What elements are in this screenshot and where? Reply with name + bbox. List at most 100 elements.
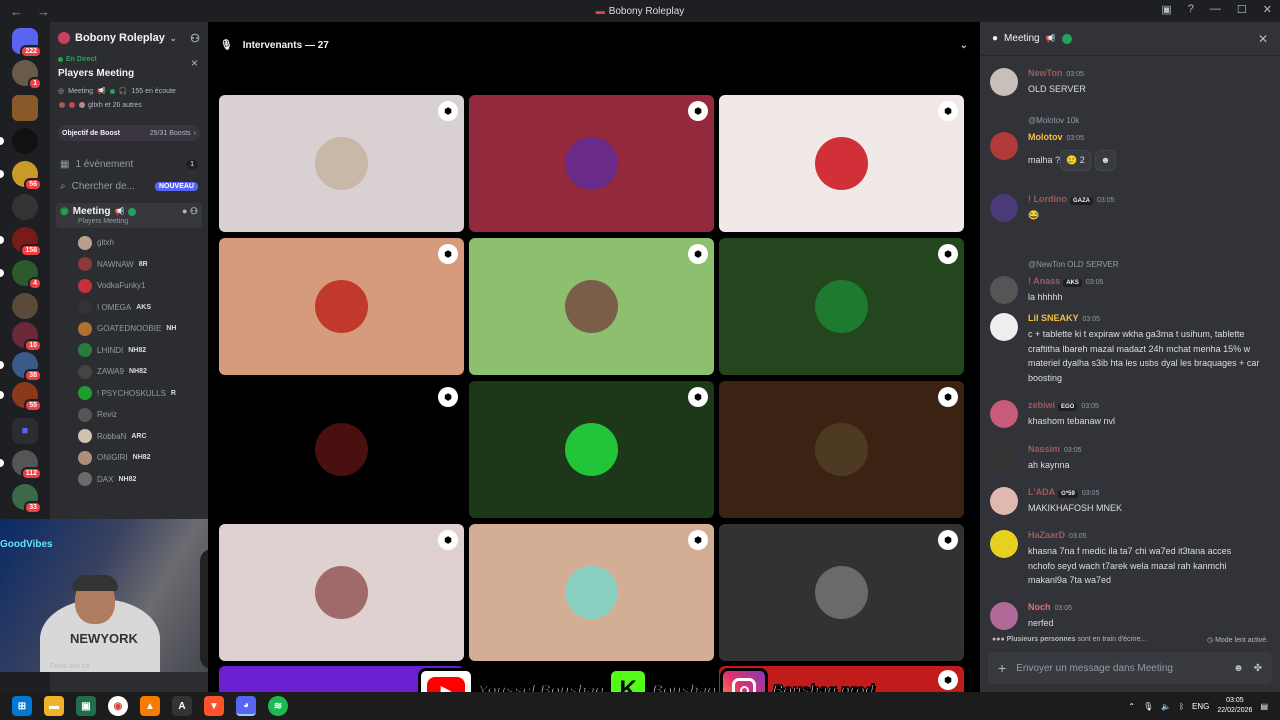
message-body: OLD SERVER [1028, 84, 1086, 94]
folder-icon[interactable]: ■ [12, 418, 38, 444]
voice-user[interactable]: NAWNAW 8R [50, 254, 208, 276]
server-icon[interactable]: 56 [0, 161, 42, 191]
reaction[interactable]: 🥲 2 [1060, 150, 1091, 171]
server-icon[interactable] [12, 293, 38, 319]
speaker-tile[interactable]: ⬢ [219, 238, 464, 375]
server-icon[interactable] [12, 194, 38, 220]
add-attachment-icon[interactable]: + [998, 660, 1006, 676]
inbox-icon[interactable]: ▣ [1161, 3, 1171, 16]
add-member-icon[interactable]: ⚇ [190, 206, 198, 216]
message-author[interactable]: Lil SNEAKY [1028, 313, 1079, 323]
close-window-icon[interactable]: ✕ [1263, 3, 1272, 16]
server-icon[interactable]: 55 [0, 382, 42, 412]
server-icon[interactable]: 33 [12, 484, 42, 514]
chevron-up-icon[interactable]: ⌃ [1128, 702, 1135, 711]
server-icon[interactable]: 10 [12, 322, 42, 352]
avatar [78, 429, 92, 444]
vlc-icon[interactable]: ▲ [140, 696, 160, 716]
maximize-icon[interactable]: ☐ [1237, 3, 1247, 16]
speaker-tile[interactable]: ⬢ [469, 238, 714, 375]
apps-icon[interactable]: ✤ [1254, 663, 1262, 674]
reply-preview[interactable]: @Molotov 10k [1028, 116, 1079, 125]
voice-user[interactable]: Reviz [50, 404, 208, 426]
forward-arrow-icon[interactable]: → [37, 4, 50, 19]
chat-bubble-icon[interactable]: ● [182, 206, 187, 216]
microphone-icon[interactable]: 🎙 [1143, 702, 1153, 711]
close-icon[interactable]: × [191, 56, 198, 70]
speaker-tile[interactable]: ⬢ [719, 238, 964, 375]
notification-icon[interactable]: ▤ [1260, 702, 1268, 711]
reply-preview[interactable]: @NewTon OLD SERVER [1028, 260, 1119, 269]
speaker-tile[interactable]: ⬢ [469, 381, 714, 518]
speaker-tile[interactable]: ⬢ [219, 524, 464, 661]
server-icon[interactable] [0, 128, 38, 154]
add-member-icon[interactable]: ⚇ [190, 32, 200, 45]
message-author[interactable]: NewTon [1028, 68, 1062, 78]
speaker-tile[interactable]: ⬢ [219, 95, 464, 232]
server-icon[interactable]: 38 [0, 352, 42, 382]
voice-channel-meeting[interactable]: ◉ Meeting 📢 ● ⚇ Players Meeting [56, 203, 202, 228]
speaker-tile[interactable]: ⬢ [719, 95, 964, 232]
spotify-icon[interactable]: ≋ [268, 696, 288, 716]
message-author[interactable]: Noch [1028, 602, 1051, 612]
server-icon[interactable]: 4 [0, 260, 42, 290]
chrome-icon[interactable]: ◉ [108, 696, 128, 716]
dm-home-button[interactable]: 222 [12, 28, 42, 58]
discord-icon[interactable]: ◕ [236, 696, 256, 716]
voice-user[interactable]: ! PSYCHOSKULLS R [50, 383, 208, 405]
live-stage-card[interactable]: × En Direct Players Meeting ◎ Meeting 📢 … [50, 54, 208, 113]
language-indicator[interactable]: ENG [1192, 702, 1209, 711]
file-explorer-icon[interactable]: ▬ [44, 696, 64, 716]
close-icon[interactable]: ✕ [1258, 32, 1268, 46]
message-author[interactable]: zebiwi [1028, 400, 1055, 410]
help-icon[interactable]: ? [1188, 3, 1194, 16]
voice-user[interactable]: RobbaN ARC [50, 426, 208, 448]
speaker-tile[interactable]: ⬢ [469, 95, 714, 232]
message-body: malha ? [1028, 155, 1061, 165]
brave-icon[interactable]: ▼ [204, 696, 224, 716]
server-icon[interactable]: 158 [0, 227, 42, 257]
emoji-icon[interactable]: ☻ [1233, 663, 1244, 674]
message-author[interactable]: ! Lordino [1028, 194, 1067, 204]
message-author[interactable]: Nassim [1028, 444, 1060, 454]
browse-channels-item[interactable]: ⌕ Chercher de... NOUVEAU [50, 175, 208, 197]
message-input[interactable]: Envoyer un message dans Meeting [1016, 663, 1173, 674]
voice-user[interactable]: gltxh [50, 232, 208, 254]
chevron-down-icon[interactable]: ⌄ [960, 40, 968, 51]
terminal-icon[interactable]: ▣ [76, 696, 96, 716]
clock[interactable]: 03:05 22/02/2026 [1217, 696, 1252, 716]
windows-start-icon[interactable]: ⊞ [12, 696, 32, 716]
app-icon[interactable]: A [172, 696, 192, 716]
taskbar: ⊞ ▬ ▣ ◉ ▲ A ▼ ◕ ≋ ⌃ 🎙 🔈 ᛒ ENG 03:05 22/02… [0, 692, 1280, 720]
message-author[interactable]: HaZaarD [1028, 530, 1065, 540]
back-arrow-icon[interactable]: ← [10, 4, 23, 19]
minimize-icon[interactable]: — [1210, 3, 1221, 16]
add-reaction-icon[interactable]: ☻ [1094, 150, 1117, 171]
boost-goal[interactable]: Objectif de Boost 25/31 Boosts › [58, 125, 200, 141]
voice-user[interactable]: VodkaFunky1 [50, 275, 208, 297]
speaker-tile[interactable]: ⬢ [219, 381, 464, 518]
server-icon[interactable]: 1 [12, 60, 42, 90]
server-header[interactable]: Bobony Roleplay ⌄ ⚇ [50, 22, 208, 54]
speaker-tile[interactable]: ⬢ [719, 381, 964, 518]
message-author[interactable]: L'ADA [1028, 487, 1055, 497]
voice-user-tag: NH82 [128, 346, 147, 354]
voice-user[interactable]: LHINDI NH82 [50, 340, 208, 362]
voice-user[interactable]: ONIGIRI NH82 [50, 447, 208, 469]
server-icon[interactable] [12, 95, 38, 121]
message-composer[interactable]: + Envoyer un message dans Meeting ☻ ✤ [988, 652, 1272, 684]
voice-user[interactable]: ZAWA9 NH82 [50, 361, 208, 383]
voice-user[interactable]: DAX NH82 [50, 469, 208, 491]
message-author[interactable]: Molotov [1028, 132, 1063, 142]
avatar [78, 386, 92, 401]
events-item[interactable]: ▦ 1 événement 1 [50, 153, 208, 175]
speaker-tile[interactable]: ⬢ [719, 524, 964, 661]
voice-user[interactable]: ! OMEGA AKS [50, 297, 208, 319]
message-author[interactable]: ! Anass [1028, 276, 1060, 286]
bluetooth-icon[interactable]: ᛒ [1179, 702, 1184, 711]
voice-user[interactable]: GOATEDNOOBIE NH [50, 318, 208, 340]
speaker-icon[interactable]: 🔈 [1161, 702, 1171, 711]
voice-user-tag: NH82 [118, 475, 137, 483]
speaker-tile[interactable]: ⬢ [469, 524, 714, 661]
server-icon[interactable]: 112 [0, 450, 42, 480]
